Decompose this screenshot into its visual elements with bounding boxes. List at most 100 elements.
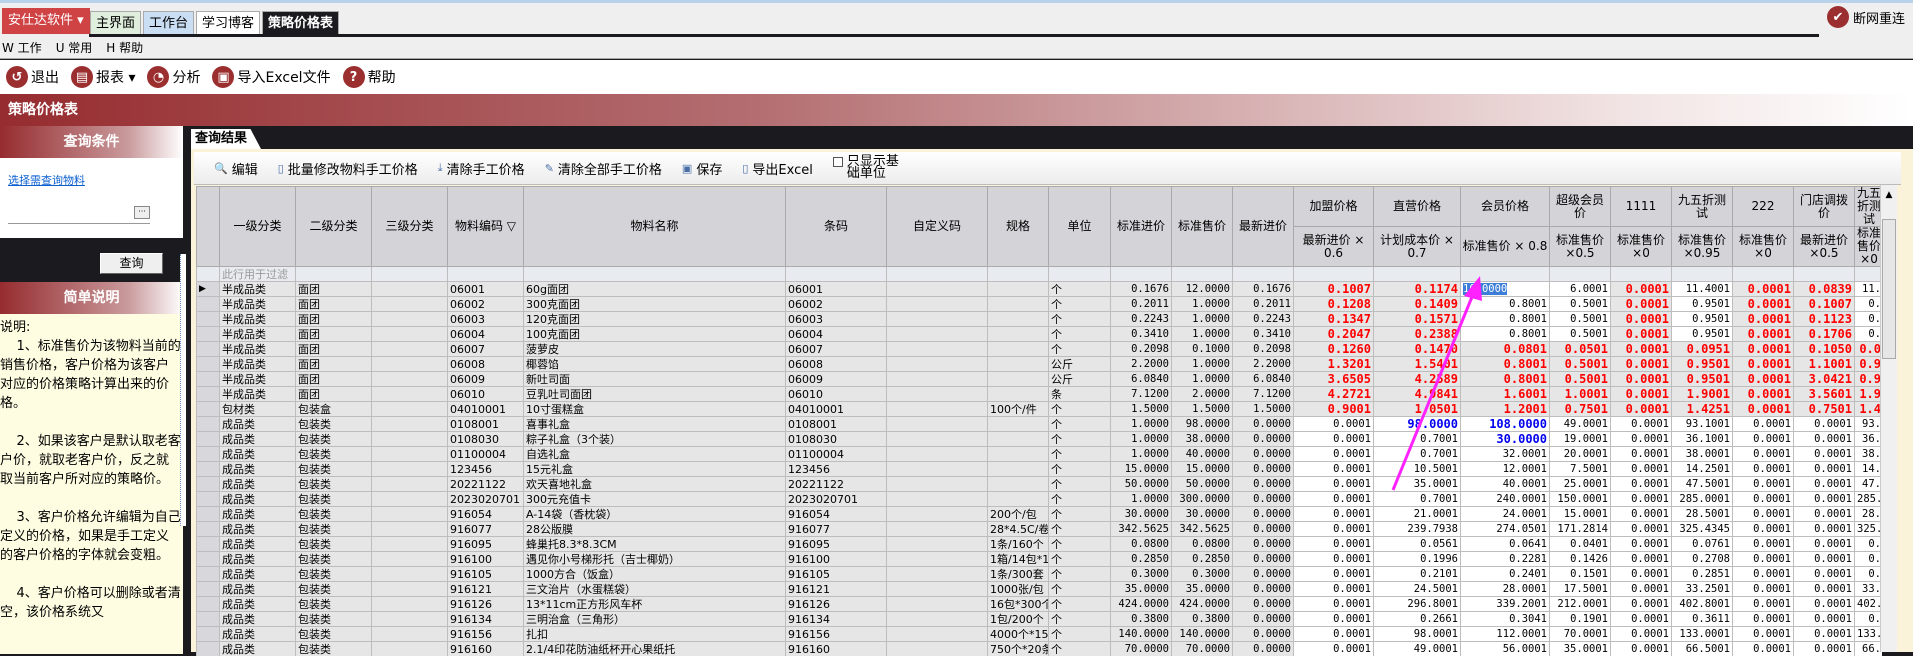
cell[interactable]: 自选礼盒 — [524, 447, 786, 462]
cell[interactable]: 0.0001 — [1733, 372, 1794, 387]
column-header[interactable]: 222 — [1733, 187, 1794, 227]
cell[interactable] — [887, 447, 988, 462]
cell[interactable]: 0.9501 — [1672, 327, 1733, 342]
cell[interactable]: 个 — [1049, 567, 1111, 582]
column-header[interactable]: 规格 — [988, 187, 1049, 267]
cell[interactable]: 2.2000 — [1111, 357, 1172, 372]
row-indicator[interactable] — [197, 327, 220, 342]
table-row[interactable]: 成品类包装类916100遇见你小号梯形托（吉士椰奶）9161001箱/14包*1… — [197, 552, 1883, 567]
save-button[interactable]: ▣保存 — [682, 159, 722, 178]
cell[interactable]: 36.1001 — [1672, 432, 1733, 447]
cell[interactable]: 0.0001 — [1611, 387, 1672, 402]
cell[interactable]: 个 — [1049, 447, 1111, 462]
menu-common[interactable]: U 常用 — [56, 39, 93, 56]
cell[interactable]: 个 — [1049, 582, 1111, 597]
cell[interactable]: 面团 — [296, 372, 372, 387]
cell[interactable]: 24.5001 — [1374, 582, 1461, 597]
tab-blog[interactable]: 学习博客 — [196, 11, 260, 35]
cell[interactable]: 0.0001 — [1733, 552, 1794, 567]
cell[interactable]: 个 — [1049, 537, 1111, 552]
cell[interactable] — [887, 597, 988, 612]
cell[interactable]: 公斤 — [1049, 357, 1111, 372]
cell[interactable]: 个 — [1049, 627, 1111, 642]
cell[interactable]: 0.2401 — [1461, 567, 1550, 582]
cell[interactable] — [372, 582, 448, 597]
cell[interactable]: 1.4 — [1855, 402, 1883, 417]
cell[interactable]: 个 — [1049, 492, 1111, 507]
cell[interactable]: 916156 — [448, 627, 524, 642]
table-row[interactable]: 半成品类面团06004100克面团06004个0.34101.00000.341… — [197, 327, 1883, 342]
row-indicator[interactable] — [197, 642, 220, 656]
cell[interactable]: 半成品类 — [220, 372, 296, 387]
cell[interactable] — [372, 612, 448, 627]
cell[interactable]: 新吐司面 — [524, 372, 786, 387]
cell[interactable]: 0.0001 — [1611, 327, 1672, 342]
cell[interactable]: 30.0000 — [1461, 432, 1550, 447]
cell[interactable] — [988, 447, 1049, 462]
table-row[interactable]: 成品类包装类916054A-14袋（香枕袋）916054200个/包个30.00… — [197, 507, 1883, 522]
cell[interactable]: 0.0000 — [1233, 582, 1294, 597]
select-material-link[interactable]: 选择需查询物料 — [8, 174, 85, 187]
filter-cell[interactable] — [786, 267, 887, 282]
cell[interactable]: 0.0001 — [1733, 357, 1794, 372]
cell[interactable] — [372, 282, 448, 297]
cell[interactable]: 0. — [1855, 537, 1883, 552]
cell[interactable]: 0.0001 — [1294, 537, 1374, 552]
cell[interactable]: 三明治盒（三角形） — [524, 612, 786, 627]
cell[interactable]: 豆乳吐司面团 — [524, 387, 786, 402]
cell[interactable]: 0.9 — [1855, 372, 1883, 387]
cell[interactable]: 325.4345 — [1672, 522, 1733, 537]
cell[interactable]: 0.0001 — [1611, 642, 1672, 656]
cell[interactable]: 包装类 — [296, 642, 372, 656]
tab-workbench[interactable]: 工作台 — [143, 11, 194, 35]
cell[interactable]: 包装盒 — [296, 402, 372, 417]
cell[interactable]: 3.5601 — [1794, 387, 1855, 402]
cell[interactable]: 33. — [1855, 582, 1883, 597]
cell[interactable]: 0.0001 — [1794, 612, 1855, 627]
cell[interactable] — [887, 432, 988, 447]
cell[interactable]: 66. — [1855, 642, 1883, 656]
cell[interactable]: 916156 — [786, 627, 887, 642]
cell[interactable]: 0.0001 — [1794, 492, 1855, 507]
tab-strategy-price[interactable]: 策略价格表 — [262, 11, 339, 35]
cell[interactable]: 06003 — [786, 312, 887, 327]
cell[interactable]: 1条/300套 — [988, 567, 1049, 582]
cell[interactable]: 喜事礼盒 — [524, 417, 786, 432]
cell[interactable]: 个 — [1049, 282, 1111, 297]
cell[interactable]: 成品类 — [220, 417, 296, 432]
cell[interactable]: 2023020701 — [786, 492, 887, 507]
table-row[interactable]: 成品类包装类916156扎扣9161564000个*15条个140.000014… — [197, 627, 1883, 642]
cell[interactable] — [988, 417, 1049, 432]
row-indicator[interactable] — [197, 552, 220, 567]
cell[interactable] — [887, 372, 988, 387]
cell[interactable]: 402. — [1855, 597, 1883, 612]
cell[interactable]: 24.0001 — [1461, 507, 1550, 522]
column-header[interactable]: 加盟价格 — [1294, 187, 1374, 227]
cell[interactable]: 面团 — [296, 312, 372, 327]
cell[interactable]: 28公版膜 — [524, 522, 786, 537]
cell[interactable]: 28.0001 — [1461, 582, 1550, 597]
cell[interactable]: 个 — [1049, 642, 1111, 656]
cell[interactable]: 123456 — [448, 462, 524, 477]
cell[interactable] — [372, 522, 448, 537]
row-indicator[interactable] — [197, 447, 220, 462]
row-indicator[interactable] — [197, 522, 220, 537]
filter-cell[interactable] — [887, 267, 988, 282]
cell[interactable]: 325. — [1855, 522, 1883, 537]
cell[interactable]: 50.0000 — [1172, 477, 1233, 492]
cell[interactable]: 0.0001 — [1611, 612, 1672, 627]
cell[interactable]: 0.0000 — [1233, 567, 1294, 582]
cell[interactable]: 0.1050 — [1794, 342, 1855, 357]
clear-all-manual-price-button[interactable]: ✎清除全部手工价格 — [545, 159, 662, 178]
tab-home[interactable]: 主界面 — [90, 11, 141, 35]
cell[interactable]: 342.5625 — [1111, 522, 1172, 537]
cell[interactable]: 0.0001 — [1294, 492, 1374, 507]
row-indicator[interactable] — [197, 627, 220, 642]
cell[interactable]: 140.0000 — [1111, 627, 1172, 642]
cell[interactable]: 100克面团 — [524, 327, 786, 342]
cell[interactable]: 成品类 — [220, 537, 296, 552]
cell[interactable]: 0.0800 — [1111, 537, 1172, 552]
cell[interactable]: 包装类 — [296, 612, 372, 627]
filter-cell[interactable] — [1611, 267, 1672, 282]
cell[interactable]: 0.8001 — [1461, 312, 1550, 327]
